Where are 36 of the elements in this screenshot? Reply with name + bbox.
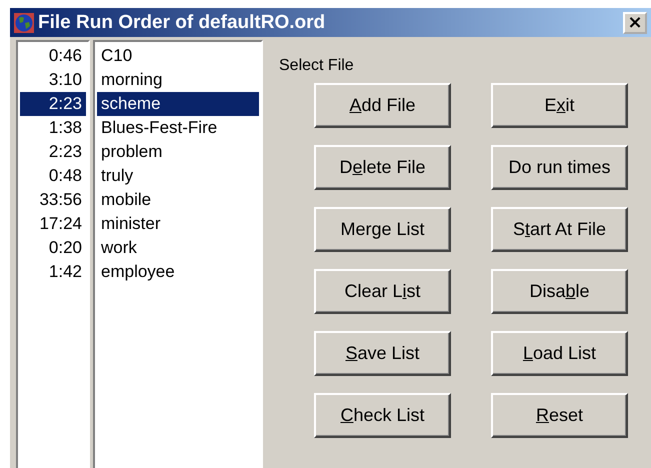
action-button[interactable]: Merge List (314, 207, 451, 252)
action-button[interactable]: Save List (314, 331, 451, 376)
file-item[interactable]: morning (97, 68, 259, 92)
file-item[interactable]: minister (97, 212, 259, 236)
action-button[interactable]: Load List (491, 331, 628, 376)
time-item[interactable]: 2:23 (20, 92, 86, 116)
file-item[interactable]: mobile (97, 188, 259, 212)
time-item[interactable]: 2:23 (20, 140, 86, 164)
globe-icon (14, 12, 34, 32)
time-item[interactable]: 33:56 (20, 188, 86, 212)
time-item[interactable]: 0:46 (20, 44, 86, 68)
file-item[interactable]: problem (97, 140, 259, 164)
action-button[interactable]: Do run times (491, 145, 628, 190)
file-item[interactable]: truly (97, 164, 259, 188)
file-item[interactable]: employee (97, 260, 259, 284)
file-item[interactable]: Blues-Fest-Fire (97, 116, 259, 140)
action-button[interactable]: Clear List (314, 269, 451, 314)
select-file-label: Select File (279, 57, 355, 75)
action-button[interactable]: Disable (491, 269, 628, 314)
close-button[interactable]: × (623, 12, 647, 34)
file-item[interactable]: scheme (97, 92, 259, 116)
time-item[interactable]: 1:42 (20, 260, 86, 284)
file-item[interactable]: C10 (97, 44, 259, 68)
action-button[interactable]: Exit (491, 83, 628, 128)
action-button[interactable]: Add File (314, 83, 451, 128)
time-item[interactable]: 0:48 (20, 164, 86, 188)
time-item[interactable]: 17:24 (20, 212, 86, 236)
action-button[interactable]: Check List (314, 393, 451, 438)
action-button[interactable]: Start At File (491, 207, 628, 252)
action-button[interactable]: Reset (491, 393, 628, 438)
action-button[interactable]: Delete File (314, 145, 451, 190)
time-item[interactable]: 0:20 (20, 236, 86, 260)
window-title: File Run Order of defaultRO.ord (38, 12, 326, 34)
time-item[interactable]: 1:38 (20, 116, 86, 140)
file-item[interactable]: work (97, 236, 259, 260)
time-item[interactable]: 3:10 (20, 68, 86, 92)
